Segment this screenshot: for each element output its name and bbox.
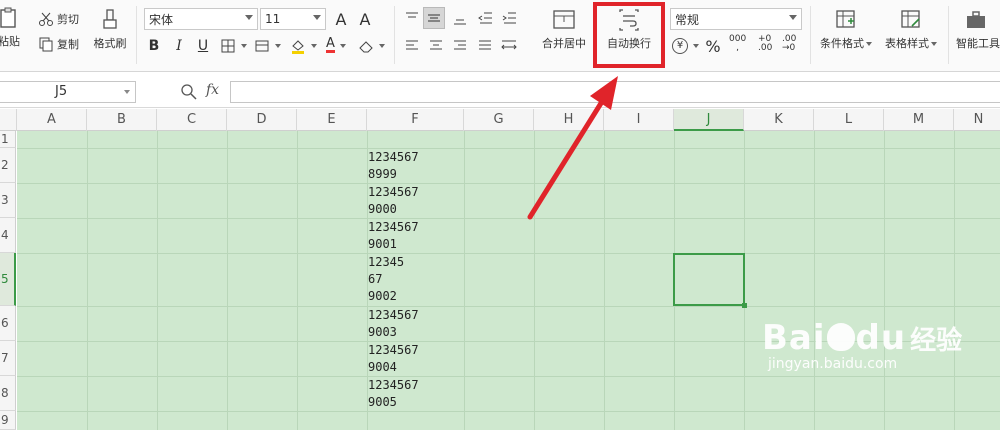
paw-icon: [826, 323, 855, 351]
watermark-brand: Bai: [762, 318, 826, 358]
watermark-cn: 经验: [910, 326, 963, 356]
watermark-logo: Bai du 经验: [762, 318, 962, 358]
watermark-url: jingyan.baidu.com: [768, 356, 898, 372]
watermark-brand-2: du: [855, 318, 907, 358]
baidu-watermark: Bai du 经验 jingyan.baidu.com: [762, 318, 962, 372]
